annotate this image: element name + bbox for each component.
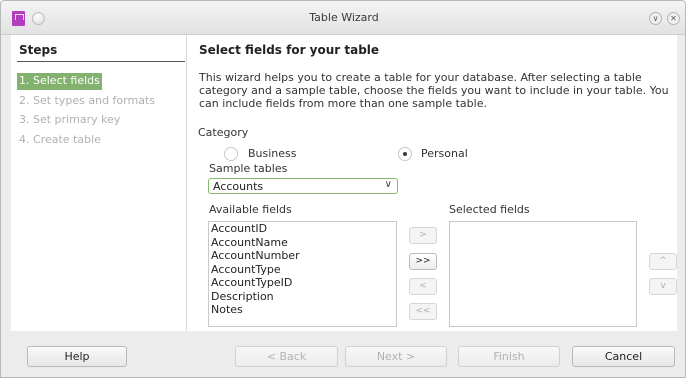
window-title: Table Wizard [309, 11, 379, 24]
remove-all-fields-button[interactable]: << [409, 303, 437, 320]
title-bar[interactable]: Table Wizard ∨ ✕ [1, 1, 685, 35]
close-icon[interactable]: ✕ [667, 12, 680, 25]
move-down-button[interactable]: v [649, 278, 677, 295]
business-radio-label[interactable]: Business [248, 147, 297, 160]
step-create-table[interactable]: 4. Create table [19, 133, 101, 147]
step-select-fields[interactable]: 1. Select fields [17, 73, 102, 90]
minimize-icon[interactable]: ∨ [649, 12, 662, 25]
list-item[interactable]: AccountTypeID [209, 276, 396, 290]
main-panel: Select fields for your table This wizard… [197, 35, 677, 331]
sample-tables-label: Sample tables [209, 162, 288, 175]
sample-tables-select[interactable]: Accounts ∨ [208, 178, 398, 194]
selected-fields-list[interactable] [449, 221, 637, 327]
steps-title: Steps [19, 43, 58, 57]
add-all-fields-button[interactable]: >> [409, 253, 437, 270]
help-button[interactable]: Help [27, 346, 127, 367]
sample-tables-value: Accounts [213, 180, 264, 193]
list-item[interactable]: Notes [209, 303, 396, 317]
business-radio[interactable] [224, 147, 238, 161]
list-item[interactable]: AccountID [209, 222, 396, 236]
remove-field-button[interactable]: < [409, 278, 437, 295]
steps-panel: Steps 1. Select fields 2. Set types and … [11, 35, 187, 331]
wizard-content: Steps 1. Select fields 2. Set types and … [11, 35, 677, 331]
selected-fields-label: Selected fields [449, 203, 530, 216]
available-fields-list[interactable]: AccountID AccountName AccountNumber Acco… [208, 221, 397, 327]
personal-radio[interactable] [398, 147, 412, 161]
next-button[interactable]: Next > [345, 346, 447, 367]
list-item[interactable]: AccountNumber [209, 249, 396, 263]
list-item[interactable]: AccountName [209, 236, 396, 250]
chevron-down-icon: ∨ [384, 179, 392, 190]
list-item[interactable]: AccountType [209, 263, 396, 277]
wizard-description: This wizard helps you to create a table … [199, 71, 669, 110]
page-heading: Select fields for your table [199, 43, 380, 57]
personal-radio-label[interactable]: Personal [421, 147, 468, 160]
table-wizard-window: Table Wizard ∨ ✕ Steps 1. Select fields … [0, 0, 686, 378]
finish-button[interactable]: Finish [458, 346, 560, 367]
add-field-button[interactable]: > [409, 227, 437, 244]
category-label: Category [198, 126, 249, 139]
step-set-primary-key[interactable]: 3. Set primary key [19, 113, 120, 127]
step-set-types-and-formats[interactable]: 2. Set types and formats [19, 94, 155, 108]
back-button[interactable]: < Back [235, 346, 338, 367]
steps-divider [17, 61, 185, 62]
list-item[interactable]: Description [209, 290, 396, 304]
cancel-button[interactable]: Cancel [572, 346, 675, 367]
move-up-button[interactable]: ^ [649, 253, 677, 270]
available-fields-label: Available fields [209, 203, 292, 216]
